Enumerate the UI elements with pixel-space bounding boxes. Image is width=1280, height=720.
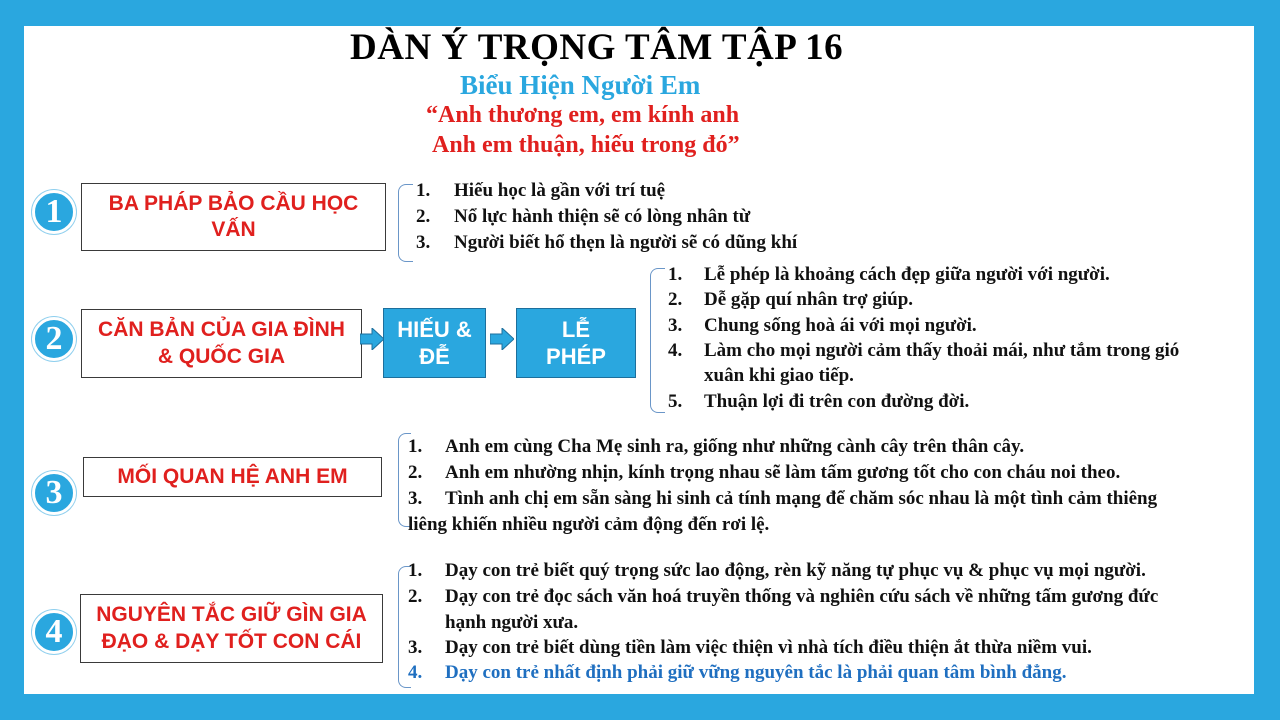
- section-2-list: 1. Lễ phép là khoảng cách đẹp giữa người …: [668, 264, 1248, 414]
- slide-subtitle: Biểu Hiện Người Em: [460, 70, 701, 100]
- list-number: 2.: [416, 206, 431, 227]
- list-item: Thuận lợi đi trên con đường đời.: [704, 391, 970, 412]
- list-item: Dạy con trẻ đọc sách văn hoá truyền thốn…: [445, 586, 1159, 607]
- list-item: Anh em nhường nhịn, kính trọng nhau sẽ l…: [445, 462, 1121, 483]
- list-item: Dễ gặp quí nhân trợ giúp.: [704, 289, 914, 310]
- arrow-right-icon: [360, 328, 384, 350]
- list-item: Người biết hổ thẹn là người sẽ có dũng k…: [454, 232, 798, 253]
- section-2-box-line-2: & QUỐC GIA: [157, 344, 286, 368]
- list-item: Hiếu học là gần với trí tuệ: [454, 180, 666, 201]
- quote-line-2: Anh em thuận, hiếu trong đó”: [432, 132, 740, 158]
- list-item-highlight: Dạy con trẻ nhất định phải giữ vững nguy…: [445, 662, 1067, 683]
- section-1-box: BA PHÁP BẢO CẦU HỌC VẤN: [81, 183, 386, 251]
- list-number: 5.: [668, 391, 683, 412]
- slide-title: DÀN Ý TRỌNG TÂM TẬP 16: [350, 27, 844, 68]
- le-phep-line-2: PHÉP: [546, 344, 606, 369]
- section-3-box: MỐI QUAN HỆ ANH EM: [83, 457, 382, 497]
- section-2-box-line-1: CĂN BẢN CỦA GIA ĐÌNH: [98, 318, 345, 342]
- section-4-box: NGUYÊN TẮC GIỮ GÌN GIA ĐẠO & DẠY TỐT CON …: [80, 594, 383, 663]
- list-number: 3.: [408, 637, 423, 658]
- section-1-box-line-2: VẤN: [211, 218, 256, 241]
- list-item: Tình anh chị em sẵn sàng hi sinh cả tính…: [445, 488, 1158, 509]
- list-number: 2.: [668, 289, 683, 310]
- list-number: 3.: [668, 315, 683, 336]
- section-3-number-badge: 3: [32, 471, 76, 515]
- section-3-list: 1. Anh em cùng Cha Mẹ sinh ra, giống như …: [408, 436, 1248, 546]
- section-2-bracket: [650, 268, 665, 413]
- list-number: 1.: [408, 436, 423, 457]
- list-item: Dạy con trẻ biết dùng tiền làm việc thiệ…: [445, 637, 1092, 658]
- list-item-continuation: xuân khi giao tiếp.: [704, 365, 854, 386]
- section-4-box-line-2: ĐẠO & DẠY TỐT CON CÁI: [101, 629, 362, 653]
- section-4-list: 1. Dạy con trẻ biết quý trọng sức lao độn…: [408, 560, 1248, 690]
- list-item: Anh em cùng Cha Mẹ sinh ra, giống như nh…: [445, 436, 1025, 457]
- hieu-de-line-1: HIẾU &: [397, 316, 472, 342]
- list-number: 1.: [408, 560, 423, 581]
- list-number: 1.: [416, 180, 431, 201]
- list-number: 2.: [408, 586, 423, 607]
- hieu-de-line-2: ĐỄ: [419, 344, 450, 369]
- list-number: 4.: [408, 662, 423, 683]
- section-1-bracket: [398, 184, 413, 262]
- list-number: 1.: [668, 264, 683, 285]
- quote-line-1: “Anh thương em, em kính anh: [426, 102, 740, 128]
- le-phep-box: LỄ PHÉP: [516, 308, 636, 378]
- le-phep-line-1: LỄ: [561, 316, 591, 342]
- list-item-continuation: hạnh người xưa.: [445, 612, 579, 633]
- list-item-continuation: liêng khiến nhiều người cảm động đến rơi…: [408, 514, 770, 535]
- list-number: 3.: [408, 488, 423, 509]
- list-item: Dạy con trẻ biết quý trọng sức lao động,…: [445, 560, 1146, 581]
- list-number: 2.: [408, 462, 423, 483]
- hieu-de-box: HIẾU & ĐỄ: [383, 308, 486, 378]
- list-number: 3.: [416, 232, 431, 253]
- section-1-number-badge: 1: [32, 190, 76, 234]
- list-item: Chung sống hoà ái với mọi người.: [704, 315, 977, 336]
- slide: DÀN Ý TRỌNG TÂM TẬP 16 Biểu Hiện Người E…: [24, 26, 1254, 694]
- arrow-right-icon: [490, 328, 514, 350]
- section-2-box: CĂN BẢN CỦA GIA ĐÌNH & QUỐC GIA: [81, 309, 362, 378]
- section-4-box-line-1: NGUYÊN TẮC GIỮ GÌN GIA: [96, 603, 367, 627]
- list-item: Làm cho mọi người cảm thấy thoải mái, nh…: [704, 340, 1180, 361]
- section-1-box-line-1: BA PHÁP BẢO CẦU HỌC: [108, 191, 359, 215]
- list-item: Nổ lực hành thiện sẽ có lòng nhân từ: [454, 206, 751, 227]
- section-2-number-badge: 2: [32, 317, 76, 361]
- section-1-list: 1. Hiếu học là gần với trí tuệ 2. Nổ lực h…: [416, 180, 1236, 264]
- section-4-number-badge: 4: [32, 610, 76, 654]
- section-3-box-line-1: MỐI QUAN HỆ ANH EM: [117, 464, 348, 488]
- list-number: 4.: [668, 340, 683, 361]
- list-item: Lễ phép là khoảng cách đẹp giữa người vớ…: [704, 264, 1110, 285]
